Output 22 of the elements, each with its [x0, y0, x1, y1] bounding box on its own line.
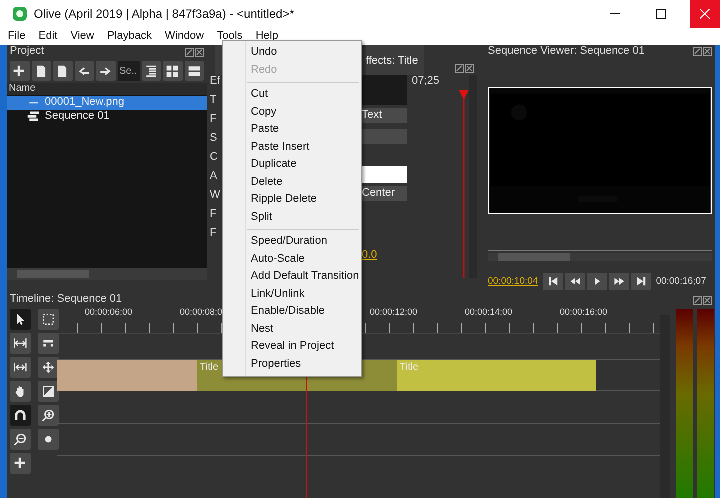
field-label: T	[210, 94, 218, 107]
field-label: W	[210, 189, 222, 202]
panel-title: Project	[10, 45, 44, 59]
field-label: S	[210, 132, 218, 145]
ruler-label: 00:00:06;00	[85, 307, 134, 318]
column-header: Name	[7, 83, 207, 95]
field-label: F	[210, 227, 218, 240]
field-label: C	[210, 151, 219, 164]
field-label: A	[210, 170, 218, 183]
timecode: 07;25	[412, 75, 441, 88]
field-label: F	[210, 113, 218, 126]
ruler-label: 00:00:14;00	[465, 307, 514, 318]
panel-title: Timeline: Sequence 01	[10, 293, 122, 307]
window-title: Olive (April 2019 | Alpha | 847f3a9a) - <untitled>*	[34, 6, 296, 22]
field-label: F	[210, 208, 218, 221]
tab-label: Ef	[210, 75, 222, 88]
file-name: 00001_New.png	[45, 96, 125, 110]
file-name: Sequence 01	[45, 110, 110, 124]
panel-title: Sequence Viewer: Sequence 01	[488, 45, 645, 58]
total-timecode: 00:00:16;07	[656, 276, 706, 288]
ruler-label: 00:00:16;00	[560, 307, 609, 318]
ruler-label: 00:00:12;00	[370, 307, 419, 318]
